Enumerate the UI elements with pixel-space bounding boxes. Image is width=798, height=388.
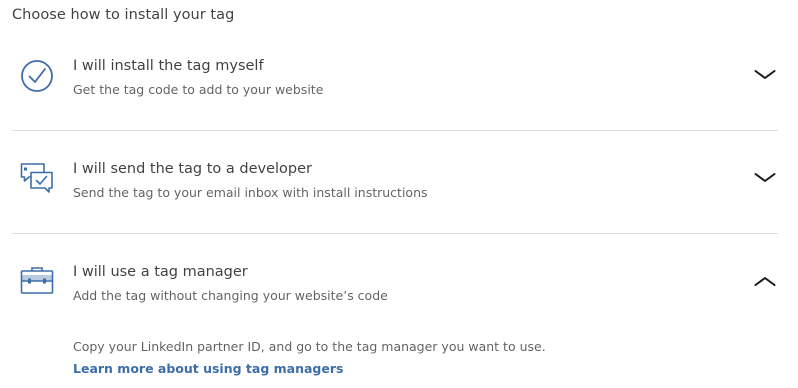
chat-check-icon <box>19 160 55 196</box>
option-title: I will install the tag myself <box>73 58 264 74</box>
option-title: I will send the tag to a developer <box>73 161 312 177</box>
option-tag-manager[interactable]: I will use a tag manager Add the tag wit… <box>12 258 778 318</box>
learn-more-link[interactable]: Learn more about using tag managers <box>73 361 343 376</box>
option-send-to-developer[interactable]: I will send the tag to a developer Send … <box>12 155 778 215</box>
briefcase-icon <box>19 263 55 299</box>
divider <box>12 130 778 131</box>
option-install-myself[interactable]: I will install the tag myself Get the ta… <box>12 52 778 112</box>
option-description: Get the tag code to add to your website <box>73 82 324 97</box>
chevron-down-icon[interactable] <box>754 67 776 81</box>
tag-manager-instructions: Copy your LinkedIn partner ID, and go to… <box>73 339 546 354</box>
option-title: I will use a tag manager <box>73 264 248 280</box>
heading: Choose how to install your tag <box>12 7 235 23</box>
option-description: Send the tag to your email inbox with in… <box>73 185 428 200</box>
option-description: Add the tag without changing your websit… <box>73 288 388 303</box>
check-circle-icon <box>19 58 55 94</box>
divider <box>12 233 778 234</box>
chevron-down-icon[interactable] <box>754 170 776 184</box>
chevron-up-icon[interactable] <box>754 273 776 287</box>
